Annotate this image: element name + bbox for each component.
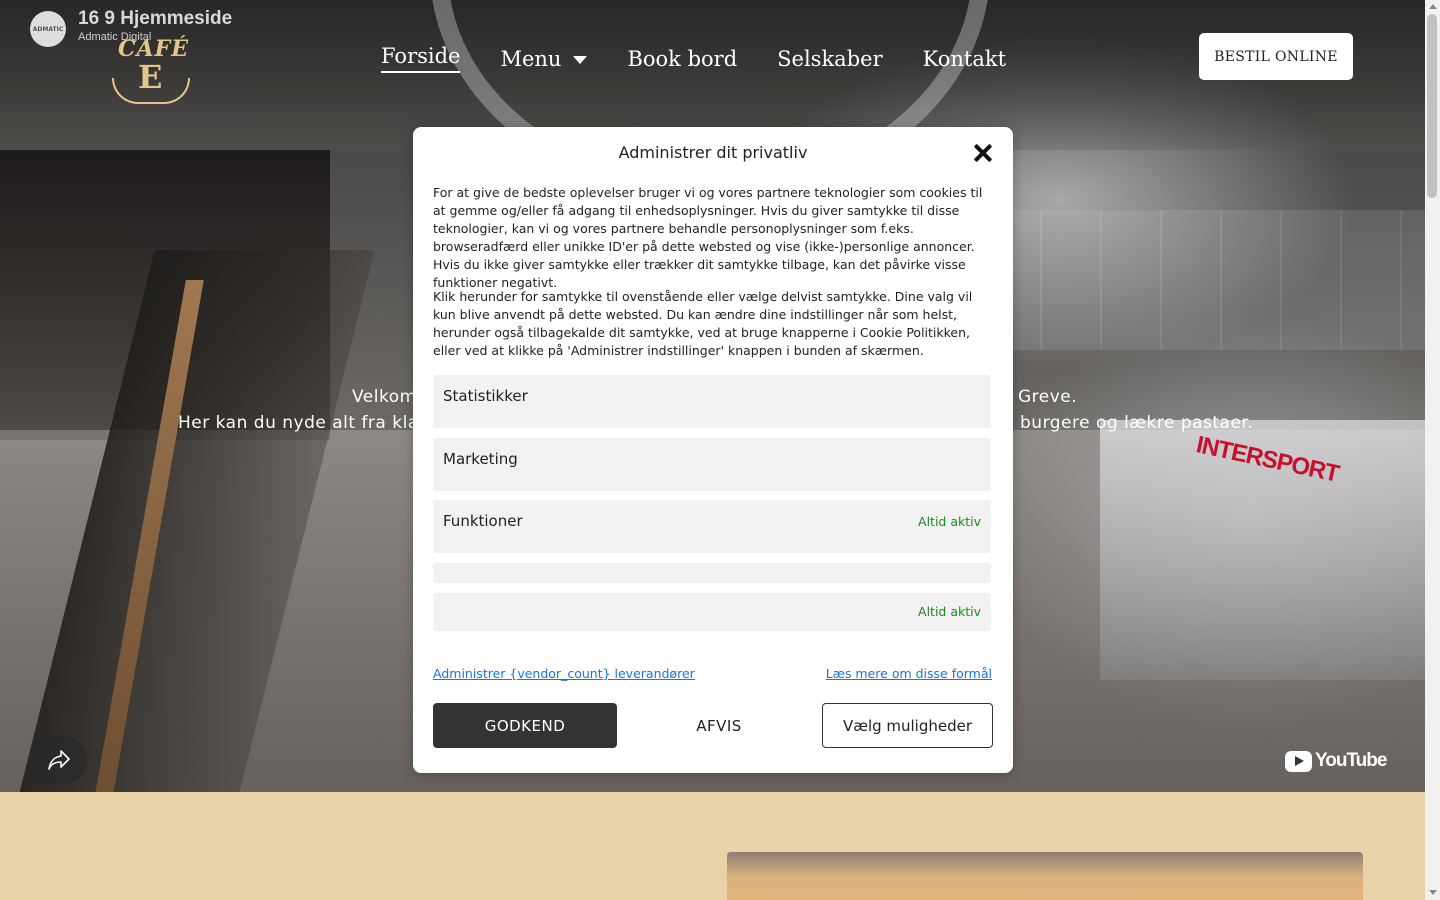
nav-item-kontakt[interactable]: Kontakt: [923, 47, 1006, 71]
nav-item-forside[interactable]: Forside: [381, 44, 461, 73]
scroll-up-icon[interactable]: [1429, 4, 1437, 9]
category-always-active[interactable]: Altid aktiv: [433, 593, 991, 631]
content-image: [727, 852, 1363, 900]
nav-label: Book bord: [627, 46, 738, 71]
page-scrollbar[interactable]: [1425, 0, 1440, 900]
hero-line2-left: Her kan du nyde alt fra klas: [178, 413, 429, 433]
video-title[interactable]: 16 9 Hjemmeside: [78, 8, 232, 30]
hero-line1-right: Greve.: [1018, 387, 1078, 407]
category-name: Funktioner: [443, 512, 523, 530]
nav-label: Forside: [381, 44, 461, 68]
channel-avatar[interactable]: ADMATIC: [30, 11, 66, 47]
youtube-logo[interactable]: YouTube: [1285, 750, 1387, 772]
share-button[interactable]: [31, 735, 87, 785]
choose-options-button[interactable]: Vælg muligheder: [822, 703, 993, 748]
nav-item-menu[interactable]: Menu: [500, 46, 588, 71]
read-more-link[interactable]: Læs mere om disse formål: [826, 666, 992, 681]
scrollbar-thumb[interactable]: [1427, 14, 1437, 198]
nav-label: Selskaber: [777, 46, 883, 71]
deny-button[interactable]: AFVIS: [627, 703, 811, 748]
manage-vendors-link[interactable]: Administrer {vendor_count} leverandører: [433, 666, 695, 681]
always-active-label: Altid aktiv: [918, 514, 981, 529]
chevron-down-icon: [573, 56, 588, 64]
always-active-label: Altid aktiv: [918, 604, 981, 619]
category-empty[interactable]: [433, 563, 991, 583]
logo-cup-icon: [112, 78, 190, 104]
category-statistikker[interactable]: Statistikker: [433, 375, 991, 428]
cookie-consent-modal: Administrer dit privatliv For at give de…: [413, 127, 1013, 773]
category-name: Marketing: [443, 450, 518, 468]
order-online-button[interactable]: BESTIL ONLINE: [1199, 33, 1353, 80]
close-icon[interactable]: [973, 143, 993, 163]
consent-paragraph-1: For at give de bedste oplevelser bruger …: [433, 185, 983, 290]
nav-label: Menu: [500, 46, 562, 71]
nav-label: Kontakt: [922, 46, 1007, 71]
consent-paragraph-2: Klik herunder for samtykke til ovenståen…: [433, 289, 973, 358]
category-marketing[interactable]: Marketing: [433, 438, 991, 491]
hero-line1-left: Velkom: [352, 387, 417, 407]
hero-line2-right: burgere og lækre pastaer.: [1020, 413, 1254, 433]
category-name: Statistikker: [443, 387, 528, 405]
nav-item-book-bord[interactable]: Book bord: [627, 47, 737, 71]
nav-item-selskaber[interactable]: Selskaber: [777, 47, 882, 71]
main-nav: Forside Menu Book bord Selskaber Kontakt: [381, 44, 1006, 73]
glass-wall: [980, 210, 1425, 350]
share-icon: [48, 750, 70, 770]
scroll-down-icon[interactable]: [1429, 890, 1437, 895]
accept-button[interactable]: GODKEND: [433, 703, 617, 748]
youtube-play-icon: [1285, 750, 1312, 772]
modal-title: Administrer dit privatliv: [618, 143, 808, 162]
category-funktioner[interactable]: Funktioner Altid aktiv: [433, 500, 991, 553]
cafe-e-logo[interactable]: CAFÉ E: [108, 36, 194, 108]
youtube-wordmark: YouTube: [1315, 750, 1387, 771]
